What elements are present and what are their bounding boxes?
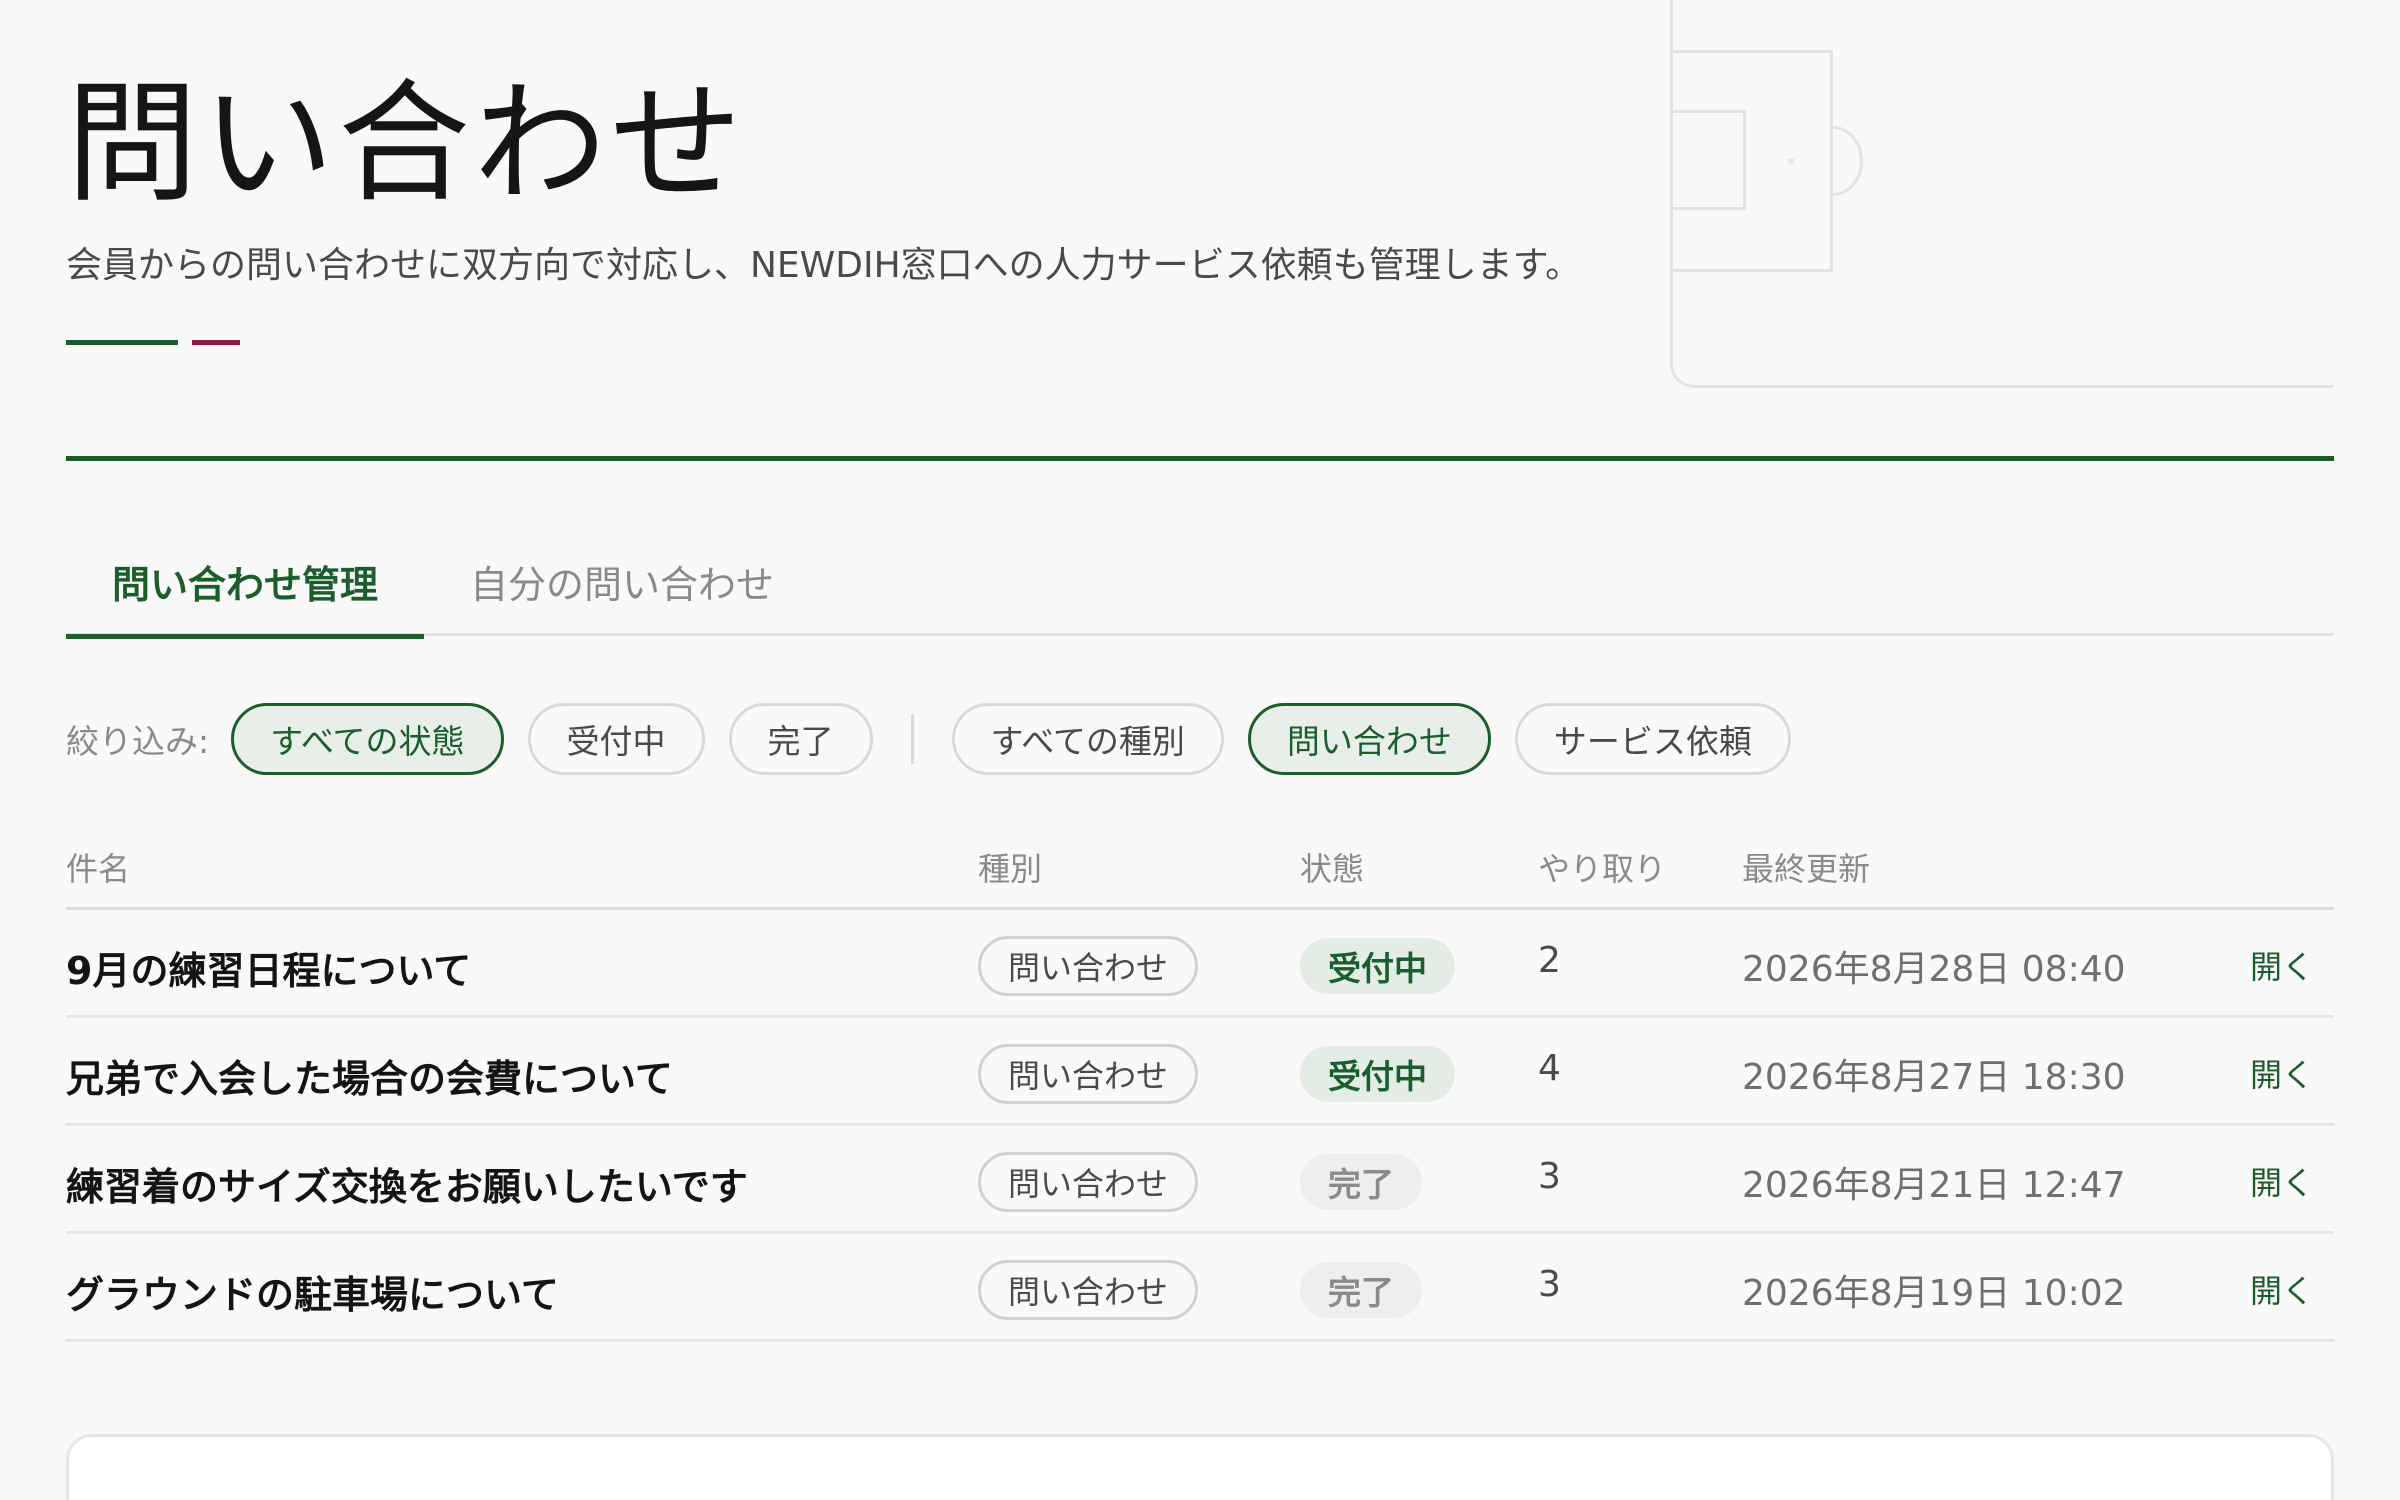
table-row[interactable]: 9月の練習日程について 問い合わせ 受付中 2 2026年8月28日 08:40… [66,910,2334,1018]
filter-bar: 絞り込み: すべての状態 受付中 完了 すべての種別 問い合わせ サービス依頼 [66,702,1815,776]
open-link[interactable]: 開く [2250,1050,2314,1096]
column-header-type: 種別 [978,850,1043,888]
filter-status-done[interactable]: 完了 [728,703,873,775]
last-updated: 2026年8月21日 12:47 [1742,1165,2126,1206]
filter-type-all[interactable]: すべての種別 [951,703,1224,775]
message-count: 3 [1538,1156,1561,1197]
goal-box [1673,110,1746,210]
column-header-status: 状態 [1300,850,1365,888]
status-badge: 完了 [1300,1154,1422,1210]
filter-divider [910,714,914,764]
row-subject: グラウンドの駐車場について [66,1273,559,1317]
accent-bar-green [66,340,178,345]
last-updated: 2026年8月28日 08:40 [1742,949,2126,990]
page-title: 問い合わせ [66,67,746,221]
table-header: 件名 種別 状態 やり取り 最終更新 [66,832,2334,910]
filter-label: 絞り込み: [66,722,210,761]
row-subject: 練習着のサイズ交換をお願いしたいです [66,1165,748,1209]
status-badge: 受付中 [1300,1046,1455,1102]
column-header-updated: 最終更新 [1742,850,1871,888]
tab-my-inquiries[interactable]: 自分の問い合わせ [424,530,820,636]
last-updated: 2026年8月19日 10:02 [1742,1273,2126,1314]
row-subject: 兄弟で入会した場合の会費について [66,1057,673,1101]
filter-status-all[interactable]: すべての状態 [231,703,504,775]
page-subtitle: 会員からの問い合わせに双方向で対応し、NEWDIH窓口への人力サービス依頼も管理… [66,245,1582,286]
header-divider [66,456,2334,461]
message-count: 2 [1538,940,1561,981]
status-badge: 完了 [1300,1262,1422,1318]
tab-bar: 問い合わせ管理 自分の問い合わせ [66,530,2334,639]
type-badge: 問い合わせ [978,1044,1199,1104]
page: 問い合わせ 会員からの問い合わせに双方向で対応し、NEWDIH窓口への人力サービ… [0,0,2400,1500]
status-badge: 受付中 [1300,938,1455,994]
table-row[interactable]: 兄弟で入会した場合の会費について 問い合わせ 受付中 4 2026年8月27日 … [66,1018,2334,1126]
last-updated: 2026年8月27日 18:30 [1742,1057,2126,1098]
penalty-spot [1788,158,1794,164]
filter-type-service[interactable]: サービス依頼 [1514,703,1791,775]
filter-type-inquiry[interactable]: 問い合わせ [1247,703,1491,775]
row-subject: 9月の練習日程について [66,949,472,993]
open-link[interactable]: 開く [2250,1158,2314,1204]
open-link[interactable]: 開く [2250,1266,2314,1312]
filter-status-open[interactable]: 受付中 [527,703,705,775]
tab-inquiry-management[interactable]: 問い合わせ管理 [66,530,425,639]
open-link[interactable]: 開く [2250,942,2314,988]
table-row[interactable]: 練習着のサイズ交換をお願いしたいです 問い合わせ 完了 3 2026年8月21日… [66,1126,2334,1234]
soccer-field-illustration [1670,0,2334,388]
type-badge: 問い合わせ [978,936,1199,996]
type-badge: 問い合わせ [978,1152,1199,1212]
accent-bar-red [192,340,240,345]
type-badge: 問い合わせ [978,1260,1199,1320]
table-row[interactable]: グラウンドの駐車場について 問い合わせ 完了 3 2026年8月19日 10:0… [66,1234,2334,1342]
message-count: 3 [1538,1264,1561,1305]
message-count: 4 [1538,1048,1561,1089]
column-header-count: やり取り [1538,850,1667,888]
detail-card [66,1434,2334,1500]
column-header-name: 件名 [66,850,131,888]
inquiry-table: 件名 種別 状態 やり取り 最終更新 9月の練習日程について 問い合わせ 受付中… [66,832,2334,1342]
